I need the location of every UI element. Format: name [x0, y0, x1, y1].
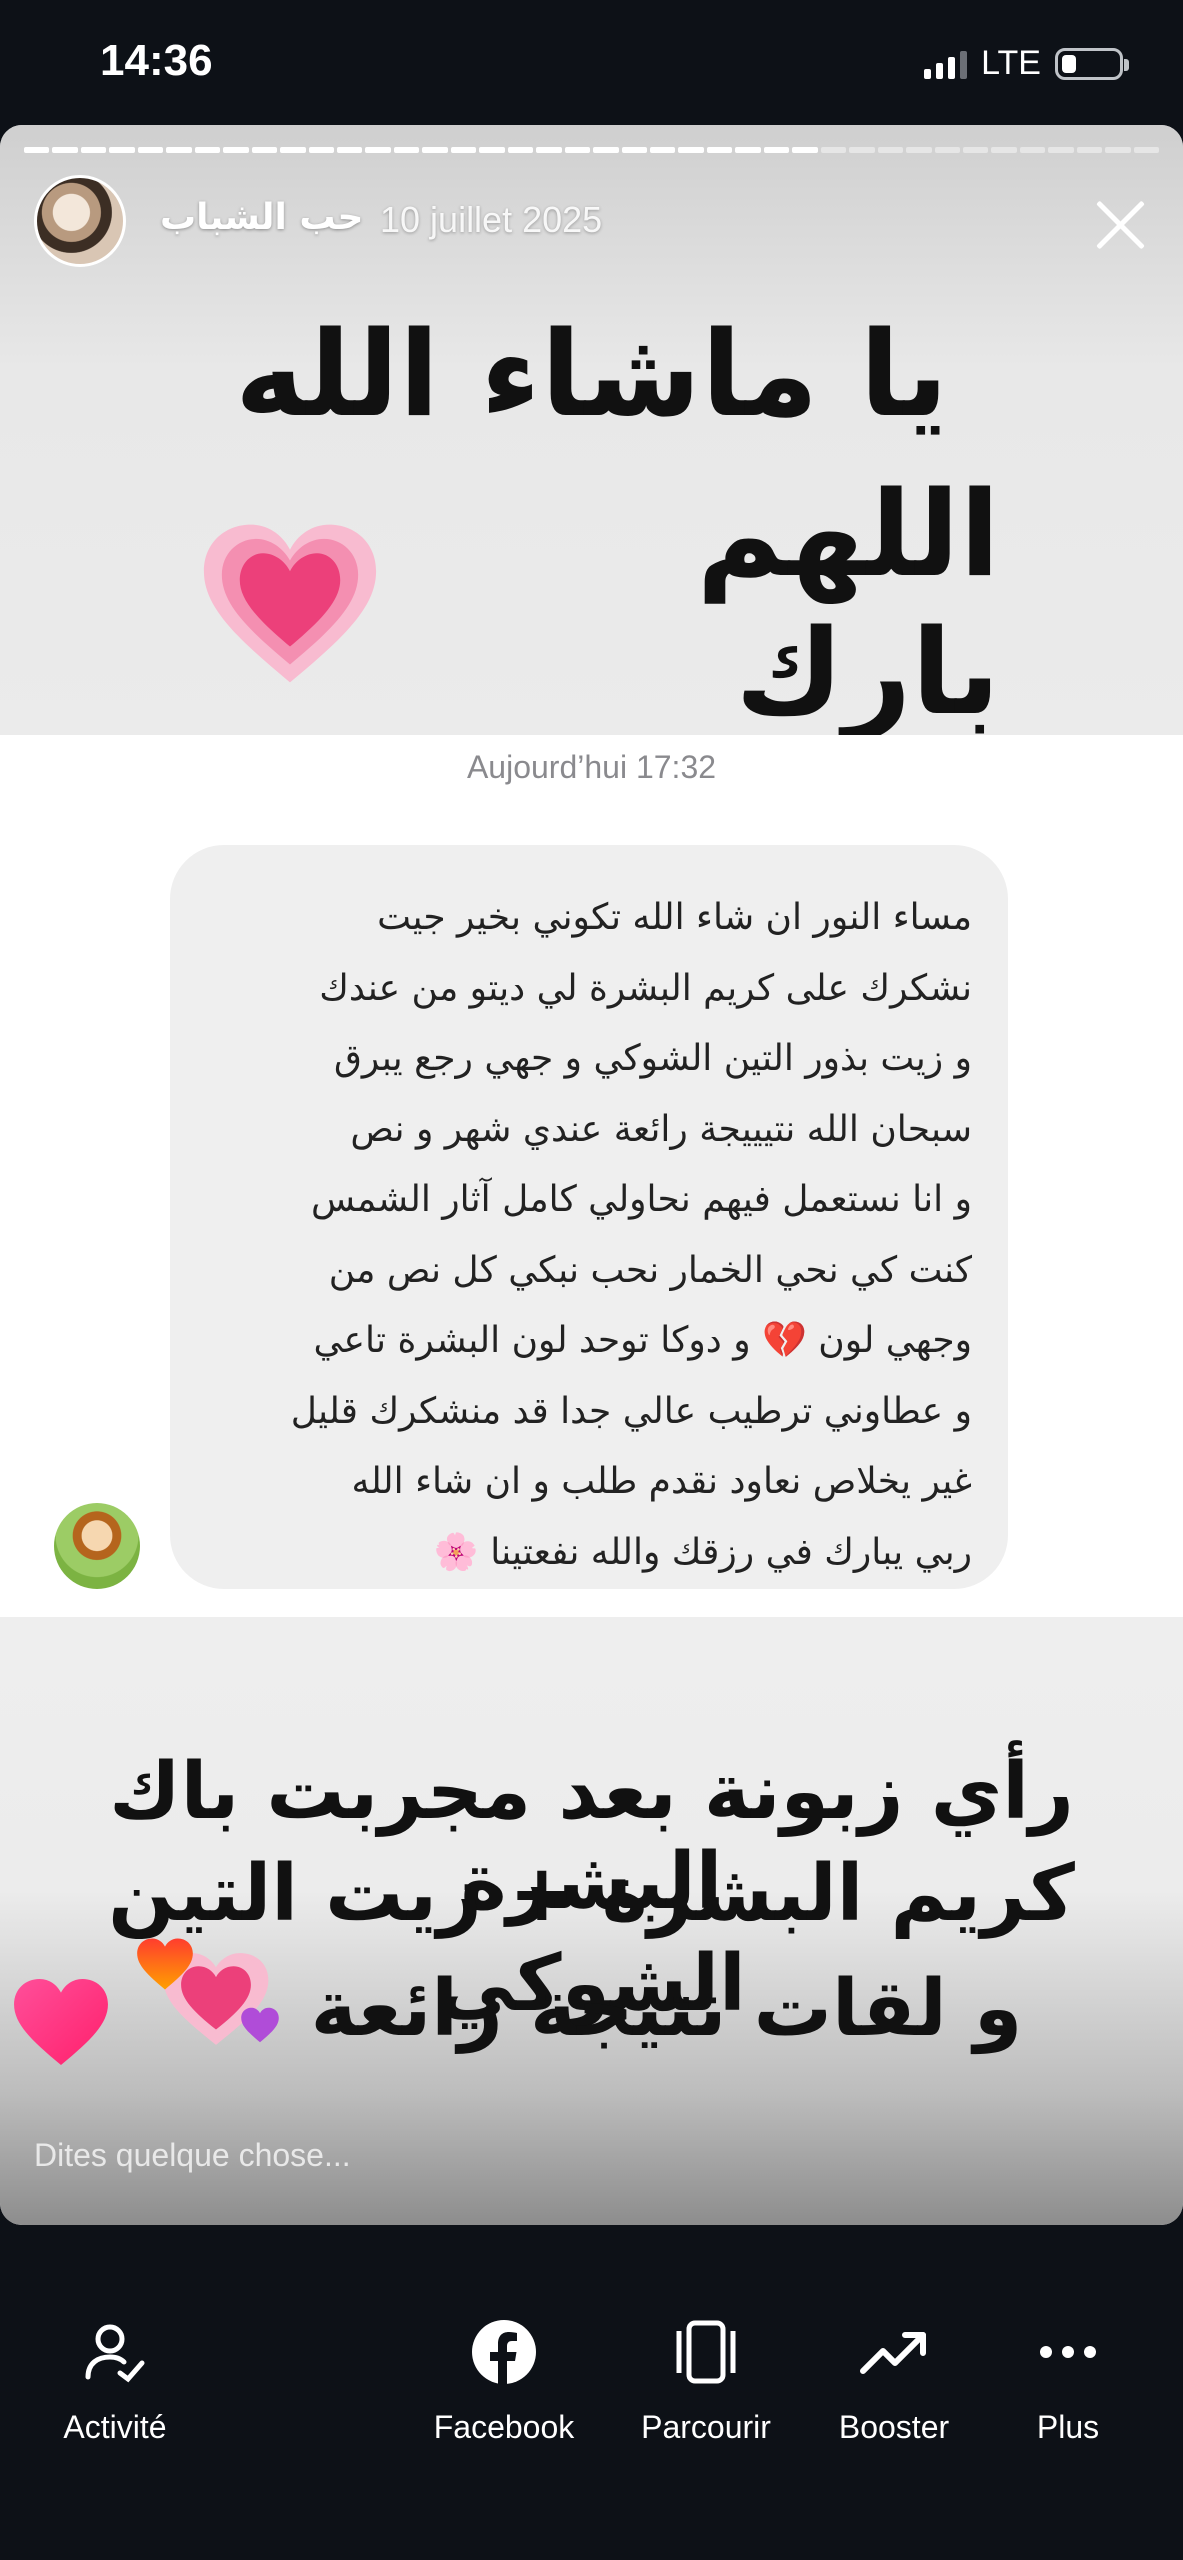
sender-avatar: [54, 1503, 140, 1589]
message-line: غير يخلاص نعاود نقدم طلب و ان شاء الله: [351, 1461, 972, 1502]
message-line: و انا نستعمل فيهم نحاولي كامل آثار الشمس: [311, 1179, 972, 1220]
chat-timestamp: Aujourd’hui 17:32: [466, 749, 717, 785]
nav-facebook-label: Facebook: [433, 2409, 575, 2445]
progress-segment: [109, 147, 135, 153]
account-name[interactable]: حب الشباب: [160, 197, 363, 238]
post-date: 10 juillet 2025: [380, 199, 603, 240]
message-line: و زيت بذور التين الشوكي و جهي رجع يبرق: [333, 1038, 972, 1079]
message-line: نشكرك على كريم البشرة لي ديتو من عندك: [319, 967, 972, 1009]
progress-segment: [308, 147, 334, 153]
reaction-heart-icon: [137, 1938, 193, 1990]
reaction-heart-icon: [241, 2007, 279, 2043]
progress-segment: [564, 147, 591, 153]
growing-heart-icon: [200, 521, 380, 686]
progress-segment: [166, 147, 192, 153]
chat-screenshot: Aujourd’hui 17:32 مساء النور ان شاء الله…: [0, 735, 1183, 1617]
nav-boost-label: Booster: [838, 2409, 950, 2445]
progress-segment: [393, 147, 420, 153]
nav-more[interactable]: Plus: [978, 2317, 1158, 2446]
progress-segment: [1048, 147, 1074, 153]
progress-segment: [934, 147, 960, 153]
progress-segment: [991, 147, 1017, 153]
nav-more-label: Plus: [1036, 2409, 1100, 2445]
progress-segment: [735, 147, 761, 153]
caption-line-3: و لقات نتيجة رائعة: [310, 1963, 1023, 2054]
nav-facebook[interactable]: Facebook: [414, 2317, 594, 2446]
progress-segment: [280, 147, 306, 153]
account-avatar[interactable]: [34, 175, 126, 267]
signal-icon: [924, 49, 968, 79]
bottom-navigation: Activité Facebook Parcourir Booster Plus: [0, 2225, 1183, 2560]
progress-segment: [706, 147, 733, 153]
progress-segment: [80, 147, 107, 153]
progress-segment: [763, 147, 790, 153]
status-indicators: LTE: [924, 44, 1129, 83]
progress-segment: [251, 147, 278, 153]
nav-activity-label: Activité: [63, 2409, 167, 2445]
progress-segment: [1076, 147, 1103, 153]
battery-icon: [1055, 47, 1129, 80]
progress-segment: [593, 147, 619, 153]
message-line: و عطاوني ترطيب عالي جدا قد منشكرك قليل: [290, 1390, 972, 1432]
progress-segment: [649, 147, 676, 153]
story-bottom-caption: رأي زبونة بعد مجربت باك البشرة كريم البش…: [0, 1617, 1183, 2225]
progress-segment: [137, 147, 164, 153]
progress-segment: [336, 147, 363, 153]
progress-segment: [1105, 147, 1131, 153]
message-line: ربي يبارك في رزقك والله نفعتينا 🌸: [433, 1531, 972, 1573]
status-time: 14:36: [100, 36, 213, 85]
nav-browse-label: Parcourir: [641, 2409, 771, 2445]
progress-segment: [24, 147, 50, 153]
nav-activity[interactable]: Activité: [25, 2317, 205, 2446]
progress-segment: [536, 147, 562, 153]
story-headline-1: يا ماشاء الله: [234, 305, 949, 443]
story-viewer[interactable]: يا ماشاء الله اللهم بارك Aujourd’hui 17:…: [0, 125, 1183, 2225]
story-headline-2-row: اللهم بارك: [200, 465, 1000, 741]
nav-browse[interactable]: Parcourir: [616, 2317, 796, 2446]
trending-up-icon: [859, 2317, 929, 2387]
reaction-heart-icon: [14, 1978, 108, 2066]
progress-segment: [194, 147, 221, 153]
story-progress-bar: [24, 147, 1160, 153]
message-line: مساء النور ان شاء الله تكوني بخير جيت: [377, 897, 972, 938]
progress-segment: [621, 147, 647, 153]
progress-segment: [507, 147, 534, 153]
progress-segment: [820, 147, 847, 153]
progress-segment: [52, 147, 78, 153]
nav-boost[interactable]: Booster: [804, 2317, 984, 2446]
progress-segment: [223, 147, 249, 153]
progress-segment: [877, 147, 904, 153]
close-button[interactable]: [1087, 191, 1155, 259]
progress-segment: [849, 147, 875, 153]
message-line: كنت كي نحي الخمار نحب نبكي كل نص من: [328, 1249, 972, 1291]
progress-segment: [450, 147, 477, 153]
message-bubble: مساء النور ان شاء الله تكوني بخير جيت نش…: [170, 845, 1008, 1589]
progress-segment: [422, 147, 448, 153]
progress-segment: [906, 147, 932, 153]
progress-segment: [365, 147, 391, 153]
network-type: LTE: [981, 44, 1041, 82]
progress-segment: [962, 147, 989, 153]
progress-segment: [678, 147, 704, 153]
progress-segment: [1133, 147, 1160, 153]
progress-segment: [792, 147, 818, 153]
progress-segment: [1019, 147, 1046, 153]
progress-segment: [479, 147, 505, 153]
more-icon: [1033, 2317, 1103, 2387]
message-line: وجهي لون 💔 و دوكا توحد لون البشرة تاعي: [313, 1320, 972, 1361]
story-headline-2: اللهم بارك: [696, 465, 1000, 741]
message-line: سبحان الله نتيييجة رائعة عندي شهر و نص: [350, 1108, 972, 1150]
reply-input[interactable]: Dites quelque chose...: [34, 2137, 351, 2174]
status-bar: 14:36 LTE: [0, 0, 1183, 125]
facebook-icon: [469, 2317, 539, 2387]
browse-icon: [671, 2317, 741, 2387]
activity-icon: [80, 2317, 150, 2387]
